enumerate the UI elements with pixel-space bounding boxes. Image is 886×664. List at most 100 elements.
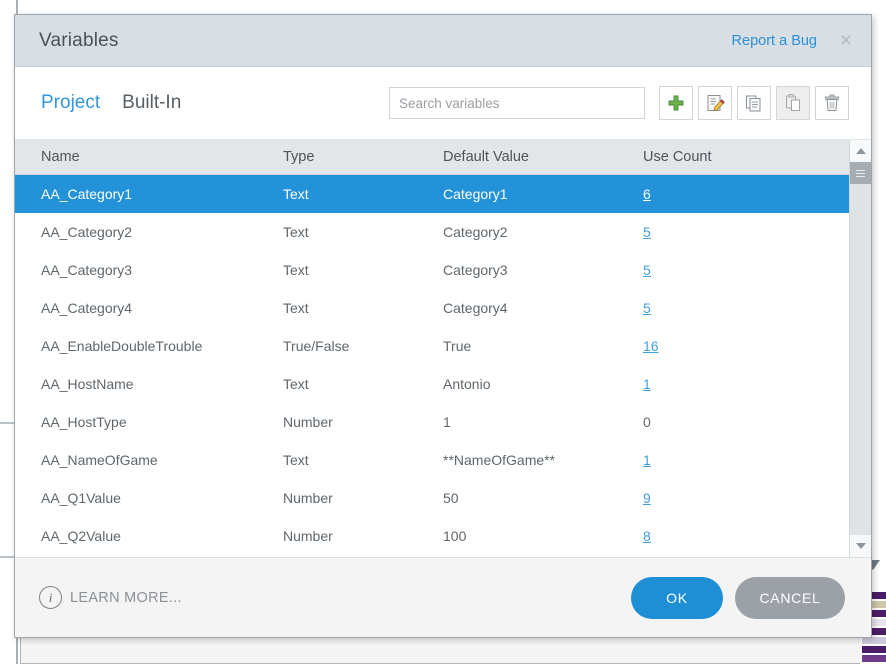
cell-type: Text <box>283 262 309 278</box>
cell-default-value: True <box>443 338 472 354</box>
chevron-up-icon <box>855 148 866 154</box>
add-variable-button[interactable] <box>659 86 693 120</box>
column-header-use-count[interactable]: Use Count <box>643 149 793 165</box>
trash-icon <box>825 94 839 111</box>
table-row[interactable]: AA_Category1 Text Category1 6 <box>15 175 849 213</box>
cell-type: Text <box>283 452 309 468</box>
chevron-down-icon <box>855 543 866 549</box>
cell-name: AA_Category3 <box>41 262 133 278</box>
cell-name: AA_Q2Value <box>41 528 121 544</box>
cell-default-value: **NameOfGame** <box>443 452 556 468</box>
table-row[interactable]: AA_Q2Value Number 100 8 <box>15 517 849 555</box>
cell-default-value: Category4 <box>443 300 508 316</box>
cell-use-count: 6 <box>643 186 793 202</box>
cell-name: AA_Category1 <box>41 186 133 202</box>
cell-type: True/False <box>283 338 350 354</box>
table-row[interactable]: AA_Q1Value Number 50 9 <box>15 479 849 517</box>
cell-type: Number <box>283 490 333 506</box>
delete-variable-button[interactable] <box>815 86 849 120</box>
cell-type: Number <box>283 528 333 544</box>
cell-type: Text <box>283 224 309 240</box>
variables-table: Name Type Default Value Use Count AA_Cat… <box>15 140 849 557</box>
cell-default-value: Category2 <box>443 224 508 240</box>
scroll-up-button[interactable] <box>850 140 871 162</box>
learn-more-link[interactable]: i LEARN MORE... <box>39 586 631 609</box>
cell-name: AA_Category2 <box>41 224 133 240</box>
use-count-link[interactable]: 1 <box>643 376 651 392</box>
cell-default-value: 100 <box>443 528 467 544</box>
cell-type: Number <box>283 414 333 430</box>
edit-document-icon <box>707 95 725 112</box>
cell-use-count: 9 <box>643 490 793 506</box>
cell-default-value: 1 <box>443 414 451 430</box>
table-row[interactable]: AA_EnableDoubleTrouble True/False True 16 <box>15 327 849 365</box>
paste-variable-button[interactable] <box>776 86 810 120</box>
cell-default-value: 50 <box>443 490 459 506</box>
cell-use-count: 5 <box>643 224 793 240</box>
cell-use-count: 1 <box>643 452 793 468</box>
cell-name: AA_EnableDoubleTrouble <box>41 338 203 354</box>
dialog-title: Variables <box>39 29 119 51</box>
use-count-value: 0 <box>643 414 651 430</box>
tab-project[interactable]: Project <box>41 92 100 114</box>
use-count-link[interactable]: 8 <box>643 528 651 544</box>
table-row[interactable]: AA_Category2 Text Category2 5 <box>15 213 849 251</box>
cell-name: AA_HostType <box>41 414 127 430</box>
scrollbar-track[interactable] <box>850 162 871 535</box>
use-count-link[interactable]: 5 <box>643 262 651 278</box>
copy-variable-button[interactable] <box>737 86 771 120</box>
column-header-name[interactable]: Name <box>15 149 283 165</box>
table-header-row: Name Type Default Value Use Count <box>15 140 849 175</box>
cell-use-count: 5 <box>643 300 793 316</box>
cell-name: AA_Category4 <box>41 300 133 316</box>
table-scrollbar[interactable] <box>849 140 871 557</box>
cell-name: AA_Q1Value <box>41 490 121 506</box>
cell-type: Text <box>283 186 309 202</box>
scroll-down-button[interactable] <box>850 535 871 557</box>
cell-use-count: 16 <box>643 338 793 354</box>
edit-variable-button[interactable] <box>698 86 732 120</box>
table-row[interactable]: AA_NameOfGame Text **NameOfGame** 1 <box>15 441 849 479</box>
use-count-link[interactable]: 1 <box>643 452 651 468</box>
cell-use-count: 5 <box>643 262 793 278</box>
cell-default-value: Antonio <box>443 376 491 392</box>
tab-built-in[interactable]: Built-In <box>122 92 181 114</box>
table-row[interactable]: AA_Category4 Text Category4 5 <box>15 289 849 327</box>
dialog-toolbar: Project Built-In <box>15 67 871 139</box>
use-count-link[interactable]: 6 <box>643 186 651 202</box>
ok-button[interactable]: OK <box>631 576 723 619</box>
use-count-link[interactable]: 5 <box>643 224 651 240</box>
learn-more-label: LEARN MORE... <box>70 589 182 606</box>
search-input[interactable] <box>389 87 645 119</box>
close-icon[interactable]: × <box>833 28 859 54</box>
cell-use-count: 1 <box>643 376 793 392</box>
table-row[interactable]: AA_HostType Number 1 0 <box>15 403 849 441</box>
cell-type: Text <box>283 300 309 316</box>
cell-name: AA_HostName <box>41 376 134 392</box>
cell-default-value: Category3 <box>443 262 508 278</box>
variables-dialog: Variables Report a Bug × Project Built-I… <box>14 14 872 638</box>
plus-icon <box>668 95 684 111</box>
cell-name: AA_NameOfGame <box>41 452 158 468</box>
use-count-link[interactable]: 9 <box>643 490 651 506</box>
cell-use-count: 0 <box>643 414 793 430</box>
column-header-type[interactable]: Type <box>283 149 443 165</box>
cell-type: Text <box>283 376 309 392</box>
cancel-button[interactable]: CANCEL <box>735 576 845 619</box>
use-count-link[interactable]: 16 <box>643 338 659 354</box>
table-row[interactable]: AA_HostName Text Antonio 1 <box>15 365 849 403</box>
cell-default-value: Category1 <box>443 186 508 202</box>
cell-use-count: 8 <box>643 528 793 544</box>
table-body: AA_Category1 Text Category1 6 AA_Category2 Te… <box>15 175 849 555</box>
scrollbar-thumb[interactable] <box>850 162 871 184</box>
column-header-default-value[interactable]: Default Value <box>443 149 643 165</box>
report-a-bug-link[interactable]: Report a Bug <box>732 33 817 49</box>
variables-table-area: Name Type Default Value Use Count AA_Cat… <box>15 139 871 557</box>
dialog-titlebar: Variables Report a Bug × <box>15 15 871 67</box>
table-row[interactable]: AA_Category3 Text Category3 5 <box>15 251 849 289</box>
paste-clipboard-icon <box>786 94 800 111</box>
use-count-link[interactable]: 5 <box>643 300 651 316</box>
toolbar-button-group <box>659 86 849 120</box>
info-icon: i <box>39 586 62 609</box>
dialog-footer: i LEARN MORE... OK CANCEL <box>15 557 871 637</box>
